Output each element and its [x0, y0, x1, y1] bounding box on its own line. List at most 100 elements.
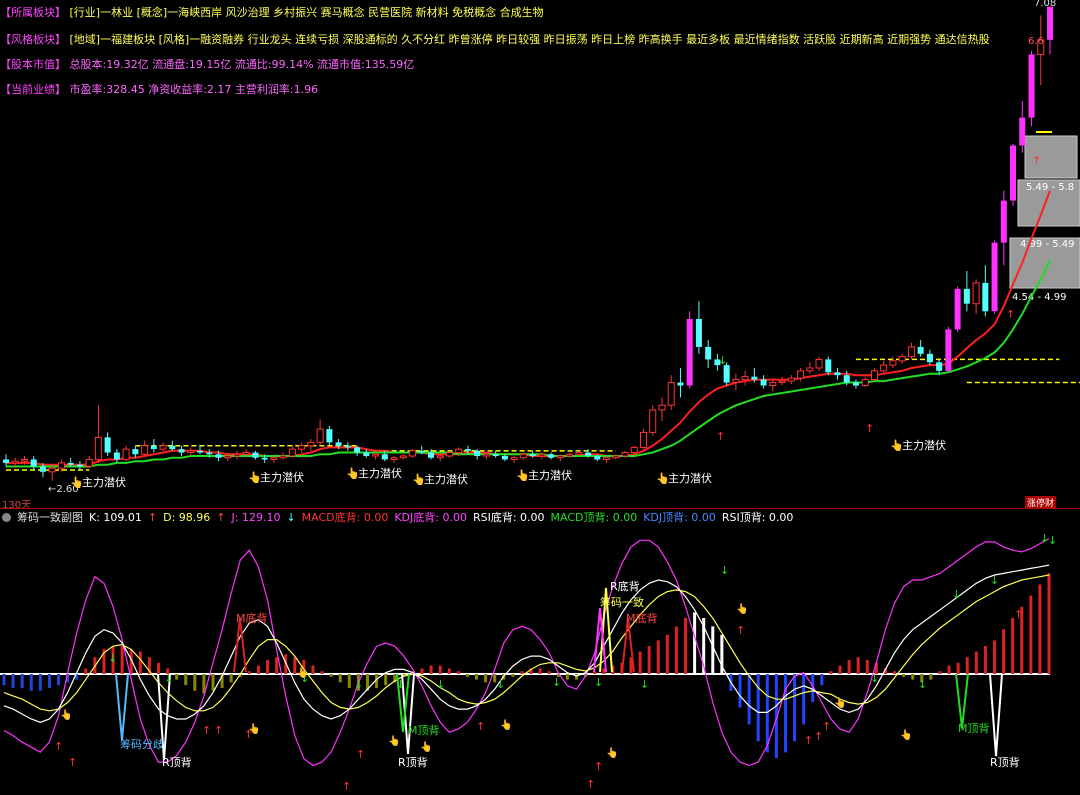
candle-body — [603, 457, 611, 460]
macd-bar — [1047, 573, 1051, 674]
macd-bar — [865, 660, 869, 674]
macd-bar — [38, 674, 42, 691]
macd-bar — [57, 674, 61, 686]
candle-body — [723, 365, 730, 383]
candle-body — [399, 455, 407, 459]
macd-bar — [838, 665, 842, 674]
macd-bar — [175, 674, 179, 680]
candle-body — [1046, 6, 1054, 40]
candle-body — [658, 404, 666, 411]
buy-arrow-icon: ↑ — [68, 756, 77, 769]
candle-body — [390, 457, 398, 460]
buy-arrow-icon: ↑ — [586, 778, 595, 791]
candle-body — [381, 454, 388, 460]
stock-chart-window: 【所属板块】 [行业]一林业 [概念]一海峡西岸 风沙治理 乡村振兴 赛马概念 … — [0, 0, 1080, 795]
r-top-spike-3 — [989, 673, 1003, 757]
macd-bar — [420, 668, 424, 674]
macd-bar — [520, 671, 524, 674]
macd-bar — [793, 674, 797, 742]
candle-body — [963, 288, 970, 304]
macd-bar — [974, 651, 978, 674]
macd-bar — [902, 674, 906, 677]
candle-body — [991, 242, 998, 312]
macd-bar — [938, 671, 942, 674]
candle-body — [760, 379, 767, 386]
macd-bar — [684, 618, 688, 674]
hand-icon: 👆 — [388, 734, 400, 747]
candle-body — [48, 467, 56, 473]
sell-arrow-icon: ↓ — [640, 678, 649, 691]
candle-body — [639, 431, 647, 448]
macd-bar — [320, 671, 324, 674]
candle-body — [20, 458, 28, 462]
candle-body — [538, 453, 546, 457]
candle-body — [94, 436, 102, 460]
candle-body — [926, 353, 933, 363]
macd-bar — [511, 674, 515, 677]
candle-body — [178, 449, 185, 453]
hand-icon: 👆 — [500, 718, 512, 731]
candle-body — [1000, 200, 1007, 243]
m-bottom-label-2: M底背 — [626, 611, 658, 625]
macd-bar — [829, 671, 833, 674]
candle-body — [326, 429, 333, 443]
candle-body — [769, 382, 777, 386]
candle-body — [307, 441, 315, 447]
candlestick-chart[interactable]: 5.49 - 5.84.99 - 5.494.54 - 4.997.086.6←… — [0, 0, 1080, 508]
candle-body — [797, 370, 805, 379]
candle-body — [242, 452, 250, 455]
macd-bar — [693, 612, 697, 674]
candle-body — [705, 346, 712, 360]
candle-body — [113, 452, 120, 460]
sell-arrow-icon: ↓ — [1048, 534, 1057, 547]
candle-body — [519, 453, 527, 459]
candle-body — [575, 452, 583, 455]
sell-arrow-icon: ↓ — [952, 588, 961, 601]
sell-arrow-icon: ↓ — [718, 354, 727, 367]
candle-body — [197, 450, 204, 453]
candle-body — [852, 382, 859, 386]
candle-body — [141, 445, 149, 455]
sell-arrow-icon: ↓ — [354, 678, 363, 691]
macd-bar — [893, 671, 897, 674]
candle-body — [344, 445, 351, 448]
macd-bar — [47, 674, 51, 688]
macd-bar — [11, 674, 15, 688]
indicator-chart[interactable]: M底背R底背筹码一致M底背筹码分歧R顶背 R顶背M顶背 M顶背R顶背↑↑↑ ↑ ↑↑↑↑… — [0, 522, 1080, 795]
buy-arrow-icon: ↑ — [356, 748, 365, 761]
candle-body — [907, 346, 915, 358]
hand-icon: 👆 — [296, 666, 308, 679]
candle-body — [843, 375, 850, 383]
macd-bar — [1002, 629, 1006, 674]
chip-split-label: 筹码分歧 — [120, 737, 164, 751]
macd-bar — [266, 660, 270, 674]
accumulation-label: 主力潜伏 — [358, 466, 402, 480]
hand-icon: 👆 — [420, 740, 432, 753]
sell-arrow-icon: ↓ — [496, 678, 505, 691]
candle-body — [566, 453, 574, 457]
chip-split-spike — [115, 673, 129, 741]
macd-bar — [384, 674, 388, 686]
macd-bar — [947, 665, 951, 674]
collapse-icon[interactable] — [2, 512, 11, 522]
buy-arrow-icon: ↑ — [342, 780, 351, 793]
candle-body — [409, 450, 417, 457]
buy-arrow-icon: ↑ — [1014, 608, 1023, 621]
candle-body — [1019, 117, 1026, 146]
r-bottom-label: R底背 — [610, 579, 640, 593]
candle-body — [270, 457, 278, 460]
candle-body — [279, 455, 287, 459]
candle-body — [11, 460, 19, 464]
macd-bar — [2, 674, 6, 686]
macd-bar — [193, 674, 197, 691]
candle-body — [455, 448, 463, 454]
candle-body — [917, 346, 924, 354]
candle-body — [1028, 54, 1035, 118]
kdj-j-line — [3, 538, 1050, 767]
buy-arrow-icon: ↑ — [822, 720, 831, 733]
candle-body — [686, 318, 693, 386]
candle-body — [492, 454, 499, 456]
candle-body — [806, 367, 814, 372]
candle-body — [889, 360, 897, 366]
buy-arrow-icon: ↑ — [54, 740, 63, 753]
